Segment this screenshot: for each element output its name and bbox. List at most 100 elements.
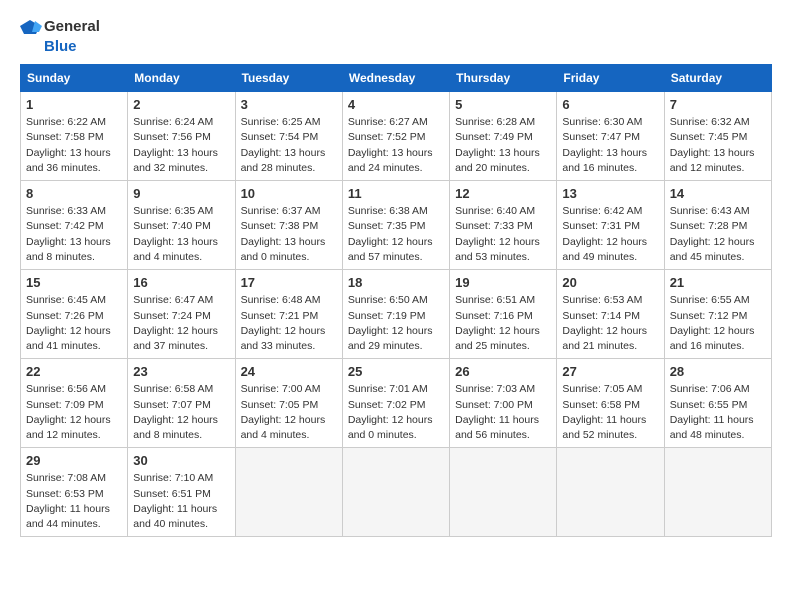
day-info: Sunrise: 6:50 AM Sunset: 7:19 PM Dayligh… [348,293,444,354]
calendar-cell: 4Sunrise: 6:27 AM Sunset: 7:52 PM Daylig… [342,92,449,181]
day-number: 16 [133,274,229,292]
day-info: Sunrise: 7:06 AM Sunset: 6:55 PM Dayligh… [670,382,766,443]
day-number: 29 [26,452,122,470]
day-number: 24 [241,363,337,381]
day-info: Sunrise: 6:58 AM Sunset: 7:07 PM Dayligh… [133,382,229,443]
week-row-3: 15Sunrise: 6:45 AM Sunset: 7:26 PM Dayli… [21,270,772,359]
calendar-cell: 15Sunrise: 6:45 AM Sunset: 7:26 PM Dayli… [21,270,128,359]
calendar-cell: 18Sunrise: 6:50 AM Sunset: 7:19 PM Dayli… [342,270,449,359]
day-number: 21 [670,274,766,292]
calendar-cell: 12Sunrise: 6:40 AM Sunset: 7:33 PM Dayli… [450,181,557,270]
calendar-header-row: SundayMondayTuesdayWednesdayThursdayFrid… [21,65,772,92]
day-number: 20 [562,274,658,292]
calendar-cell: 13Sunrise: 6:42 AM Sunset: 7:31 PM Dayli… [557,181,664,270]
calendar-cell: 17Sunrise: 6:48 AM Sunset: 7:21 PM Dayli… [235,270,342,359]
day-info: Sunrise: 6:48 AM Sunset: 7:21 PM Dayligh… [241,293,337,354]
calendar-cell: 2Sunrise: 6:24 AM Sunset: 7:56 PM Daylig… [128,92,235,181]
day-info: Sunrise: 6:30 AM Sunset: 7:47 PM Dayligh… [562,115,658,176]
day-number: 30 [133,452,229,470]
logo-general: General [44,18,100,36]
day-number: 10 [241,185,337,203]
day-info: Sunrise: 6:24 AM Sunset: 7:56 PM Dayligh… [133,115,229,176]
day-number: 25 [348,363,444,381]
week-row-5: 29Sunrise: 7:08 AM Sunset: 6:53 PM Dayli… [21,448,772,537]
header-thursday: Thursday [450,65,557,92]
logo-bird-icon [20,16,42,38]
day-info: Sunrise: 7:01 AM Sunset: 7:02 PM Dayligh… [348,382,444,443]
day-number: 11 [348,185,444,203]
day-info: Sunrise: 6:42 AM Sunset: 7:31 PM Dayligh… [562,204,658,265]
header-saturday: Saturday [664,65,771,92]
day-info: Sunrise: 7:10 AM Sunset: 6:51 PM Dayligh… [133,471,229,532]
day-info: Sunrise: 7:05 AM Sunset: 6:58 PM Dayligh… [562,382,658,443]
calendar-cell: 21Sunrise: 6:55 AM Sunset: 7:12 PM Dayli… [664,270,771,359]
day-info: Sunrise: 7:00 AM Sunset: 7:05 PM Dayligh… [241,382,337,443]
day-number: 27 [562,363,658,381]
calendar-cell: 10Sunrise: 6:37 AM Sunset: 7:38 PM Dayli… [235,181,342,270]
calendar-cell: 28Sunrise: 7:06 AM Sunset: 6:55 PM Dayli… [664,359,771,448]
calendar-cell: 25Sunrise: 7:01 AM Sunset: 7:02 PM Dayli… [342,359,449,448]
calendar-cell [342,448,449,537]
week-row-4: 22Sunrise: 6:56 AM Sunset: 7:09 PM Dayli… [21,359,772,448]
week-row-2: 8Sunrise: 6:33 AM Sunset: 7:42 PM Daylig… [21,181,772,270]
day-info: Sunrise: 6:45 AM Sunset: 7:26 PM Dayligh… [26,293,122,354]
day-info: Sunrise: 6:35 AM Sunset: 7:40 PM Dayligh… [133,204,229,265]
calendar-cell [450,448,557,537]
day-info: Sunrise: 6:37 AM Sunset: 7:38 PM Dayligh… [241,204,337,265]
calendar-cell: 26Sunrise: 7:03 AM Sunset: 7:00 PM Dayli… [450,359,557,448]
day-number: 6 [562,96,658,114]
day-number: 9 [133,185,229,203]
calendar-cell: 29Sunrise: 7:08 AM Sunset: 6:53 PM Dayli… [21,448,128,537]
day-number: 23 [133,363,229,381]
day-number: 8 [26,185,122,203]
calendar-table: SundayMondayTuesdayWednesdayThursdayFrid… [20,64,772,537]
day-info: Sunrise: 6:27 AM Sunset: 7:52 PM Dayligh… [348,115,444,176]
day-info: Sunrise: 6:32 AM Sunset: 7:45 PM Dayligh… [670,115,766,176]
calendar-cell: 19Sunrise: 6:51 AM Sunset: 7:16 PM Dayli… [450,270,557,359]
calendar-cell: 27Sunrise: 7:05 AM Sunset: 6:58 PM Dayli… [557,359,664,448]
day-info: Sunrise: 6:56 AM Sunset: 7:09 PM Dayligh… [26,382,122,443]
header-row: General Blue [20,16,772,56]
page: General Blue SundayMondayTuesdayWednesda… [0,0,792,612]
day-info: Sunrise: 6:43 AM Sunset: 7:28 PM Dayligh… [670,204,766,265]
day-info: Sunrise: 6:25 AM Sunset: 7:54 PM Dayligh… [241,115,337,176]
calendar-cell: 8Sunrise: 6:33 AM Sunset: 7:42 PM Daylig… [21,181,128,270]
day-number: 26 [455,363,551,381]
day-number: 5 [455,96,551,114]
calendar-cell: 23Sunrise: 6:58 AM Sunset: 7:07 PM Dayli… [128,359,235,448]
day-number: 3 [241,96,337,114]
day-number: 1 [26,96,122,114]
day-info: Sunrise: 6:47 AM Sunset: 7:24 PM Dayligh… [133,293,229,354]
calendar-cell: 9Sunrise: 6:35 AM Sunset: 7:40 PM Daylig… [128,181,235,270]
calendar-cell [235,448,342,537]
calendar-cell: 14Sunrise: 6:43 AM Sunset: 7:28 PM Dayli… [664,181,771,270]
header-sunday: Sunday [21,65,128,92]
day-number: 2 [133,96,229,114]
logo-blue: Blue [44,38,77,56]
calendar-cell: 22Sunrise: 6:56 AM Sunset: 7:09 PM Dayli… [21,359,128,448]
week-row-1: 1Sunrise: 6:22 AM Sunset: 7:58 PM Daylig… [21,92,772,181]
calendar-cell: 6Sunrise: 6:30 AM Sunset: 7:47 PM Daylig… [557,92,664,181]
day-info: Sunrise: 6:51 AM Sunset: 7:16 PM Dayligh… [455,293,551,354]
day-info: Sunrise: 6:38 AM Sunset: 7:35 PM Dayligh… [348,204,444,265]
header-tuesday: Tuesday [235,65,342,92]
calendar-cell: 11Sunrise: 6:38 AM Sunset: 7:35 PM Dayli… [342,181,449,270]
header-friday: Friday [557,65,664,92]
day-number: 14 [670,185,766,203]
calendar-cell: 1Sunrise: 6:22 AM Sunset: 7:58 PM Daylig… [21,92,128,181]
day-number: 15 [26,274,122,292]
logo: General Blue [20,16,100,56]
calendar-cell: 7Sunrise: 6:32 AM Sunset: 7:45 PM Daylig… [664,92,771,181]
day-info: Sunrise: 6:55 AM Sunset: 7:12 PM Dayligh… [670,293,766,354]
day-number: 13 [562,185,658,203]
header-monday: Monday [128,65,235,92]
day-info: Sunrise: 6:33 AM Sunset: 7:42 PM Dayligh… [26,204,122,265]
day-info: Sunrise: 6:22 AM Sunset: 7:58 PM Dayligh… [26,115,122,176]
calendar-cell: 30Sunrise: 7:10 AM Sunset: 6:51 PM Dayli… [128,448,235,537]
day-info: Sunrise: 6:53 AM Sunset: 7:14 PM Dayligh… [562,293,658,354]
calendar-cell [664,448,771,537]
day-info: Sunrise: 7:08 AM Sunset: 6:53 PM Dayligh… [26,471,122,532]
day-number: 22 [26,363,122,381]
calendar-cell: 16Sunrise: 6:47 AM Sunset: 7:24 PM Dayli… [128,270,235,359]
calendar-cell: 5Sunrise: 6:28 AM Sunset: 7:49 PM Daylig… [450,92,557,181]
